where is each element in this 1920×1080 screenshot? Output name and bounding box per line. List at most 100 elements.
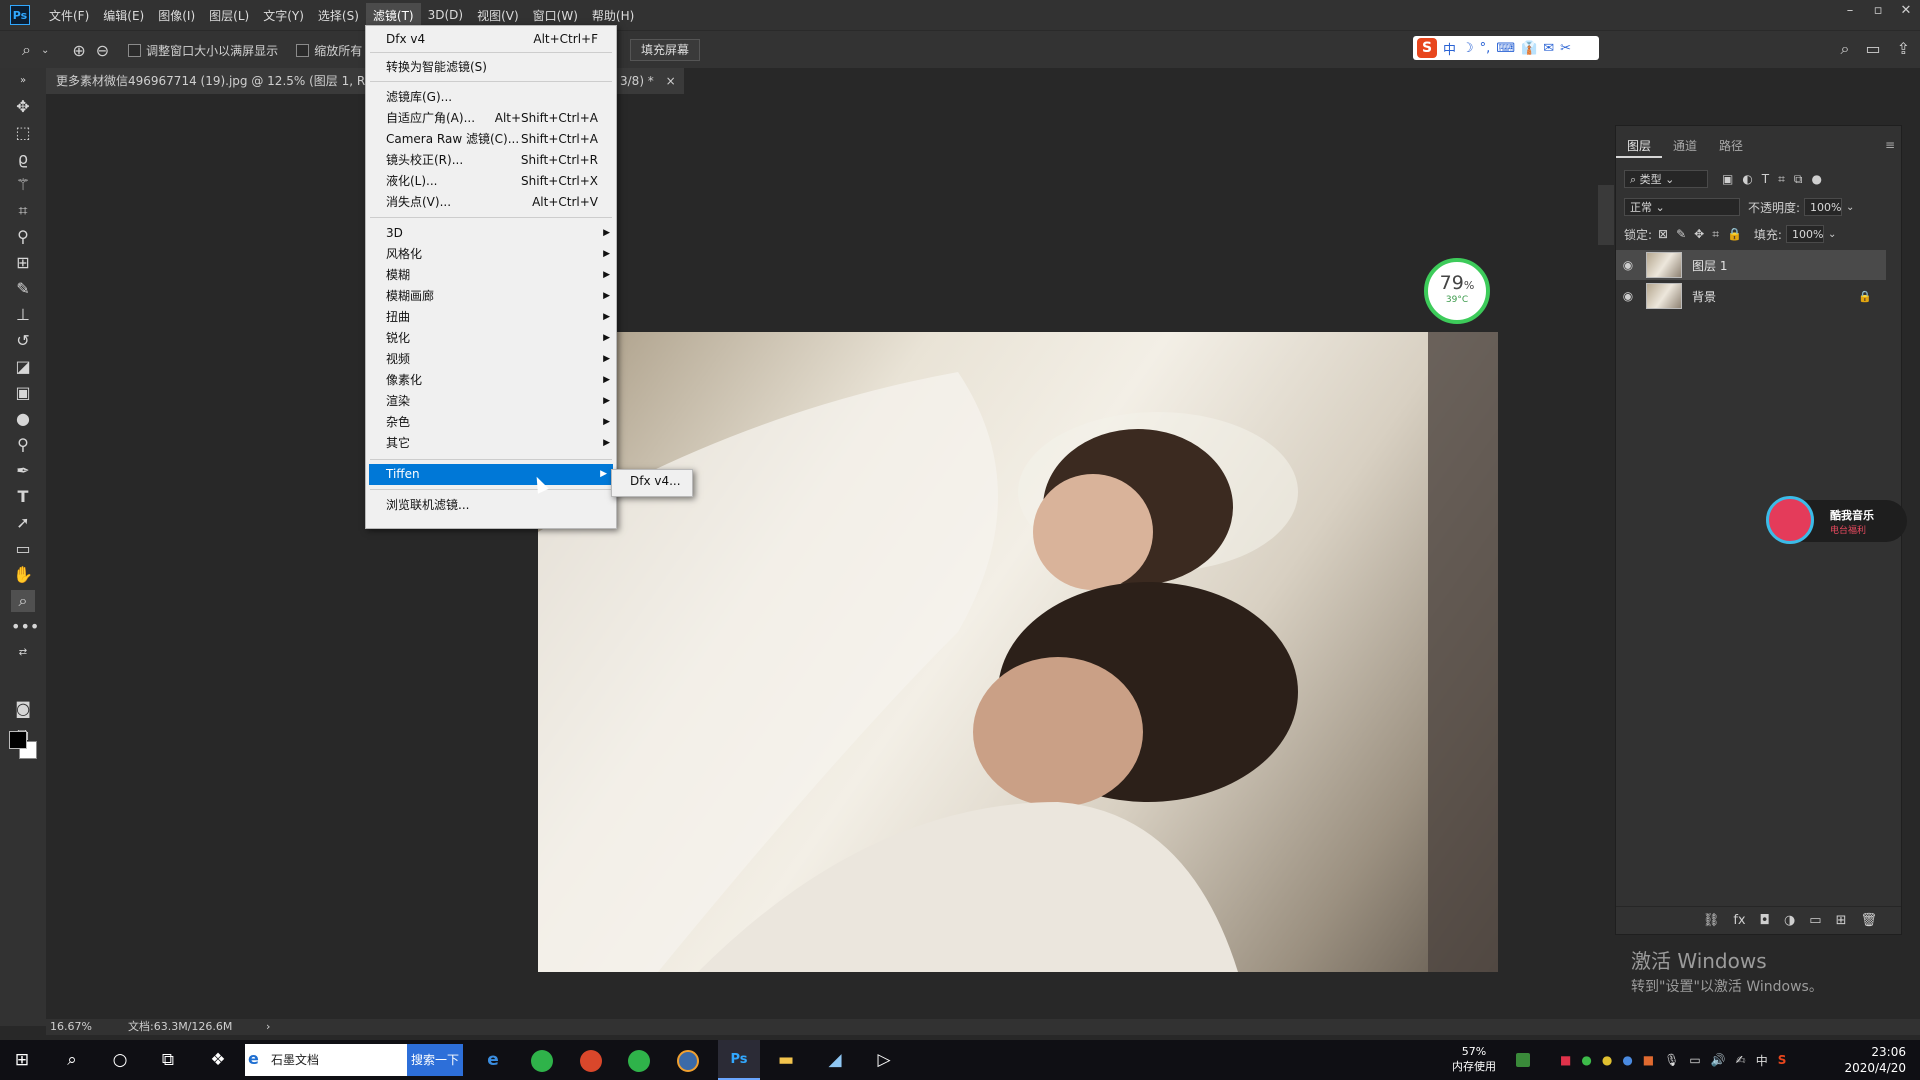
zoom-in-icon[interactable]: ⊕ xyxy=(72,41,85,60)
close-window-button[interactable]: ✕ xyxy=(1892,0,1920,24)
rectangle-tool-icon[interactable]: ▭ xyxy=(11,538,35,560)
path-selection-icon[interactable]: ➚ xyxy=(11,512,35,534)
close-document-icon[interactable]: × xyxy=(666,74,676,88)
pen-tool-icon[interactable]: ✒ xyxy=(11,460,35,482)
fill-screen-button[interactable]: 填充屏幕 xyxy=(630,39,701,61)
healing-brush-icon[interactable]: ⊞ xyxy=(11,252,35,274)
zoom-tool-icon[interactable]: ⌕ xyxy=(22,40,31,60)
wechat-icon[interactable] xyxy=(628,1050,650,1072)
menu-item-distort[interactable]: 扭曲 ▶ xyxy=(366,307,616,328)
menu-item-video[interactable]: 视频 ▶ xyxy=(366,349,616,370)
status-arrow-icon[interactable]: › xyxy=(266,1019,270,1035)
workspace-icon[interactable]: ▭ xyxy=(1865,39,1880,59)
menu-item-adaptive-wide-angle[interactable]: 自适应广角(A)... Alt+Shift+Ctrl+A xyxy=(366,108,616,129)
ime-keyboard-icon[interactable]: ⌨ xyxy=(1496,41,1515,56)
app-launcher-icon[interactable]: ❖ xyxy=(198,1040,238,1080)
photoshop-taskbar-icon[interactable]: Ps xyxy=(718,1040,760,1080)
lock-icons[interactable]: ⊠✎✥⌗🔒 xyxy=(1658,227,1750,242)
tray-orange-icon[interactable]: ■ xyxy=(1643,1053,1654,1067)
menu-item-dfx-v4[interactable]: Dfx v4 Alt+Ctrl+F xyxy=(366,29,616,50)
crop-tool-icon[interactable]: ⌗ xyxy=(11,200,35,222)
collapsed-panel-strip[interactable] xyxy=(1598,185,1614,245)
menu-help[interactable]: 帮助(H) xyxy=(585,3,641,28)
ime-tools-icon[interactable]: ✂ xyxy=(1560,41,1571,56)
menu-window[interactable]: 窗口(W) xyxy=(526,3,585,28)
eyedropper-icon[interactable]: ⚲ xyxy=(11,226,35,248)
menu-item-convert-smart-filter[interactable]: 转换为智能滤镜(S) xyxy=(366,57,616,78)
eraser-tool-icon[interactable]: ◪ xyxy=(11,356,35,378)
menu-item-blur[interactable]: 模糊 ▶ xyxy=(366,265,616,286)
tray-yellow-icon[interactable]: ● xyxy=(1602,1053,1612,1067)
ie-browser-icon[interactable]: e xyxy=(473,1040,513,1080)
document-photo[interactable] xyxy=(538,332,1498,972)
task-view-icon[interactable]: ⧉ xyxy=(148,1040,188,1080)
add-mask-icon[interactable]: ◘ xyxy=(1760,913,1770,928)
notes-app-icon[interactable]: ◢ xyxy=(815,1040,855,1080)
menu-edit[interactable]: 编辑(E) xyxy=(96,3,151,28)
menu-item-camera-raw[interactable]: Camera Raw 滤镜(C)... Shift+Ctrl+A xyxy=(366,129,616,150)
menu-layer[interactable]: 图层(L) xyxy=(202,3,256,28)
taskbar-clock[interactable]: 23:06 2020/4/20 xyxy=(1844,1044,1906,1076)
history-brush-icon[interactable]: ↺ xyxy=(11,330,35,352)
menu-select[interactable]: 选择(S) xyxy=(311,3,366,28)
menu-item-filter-gallery[interactable]: 滤镜库(G)... xyxy=(366,87,616,108)
stamp-tool-icon[interactable]: ⊥ xyxy=(11,304,35,326)
tab-channels[interactable]: 通道 xyxy=(1662,134,1708,158)
green-app-icon[interactable] xyxy=(531,1050,553,1072)
tray-sogou-icon[interactable]: S xyxy=(1778,1053,1787,1067)
sogou-ime-toolbar[interactable]: S 中 ☽ °, ⌨ 👔 ✉ ✂ xyxy=(1413,36,1599,60)
layer-row-layer1[interactable]: ◉ 图层 1 xyxy=(1616,250,1886,280)
menu-view[interactable]: 视图(V) xyxy=(470,3,526,28)
magic-wand-icon[interactable]: ⚚ xyxy=(11,174,35,196)
type-tool-icon[interactable]: T xyxy=(11,486,35,508)
memory-usage[interactable]: 57% 内存使用 xyxy=(1452,1044,1496,1074)
swap-colors-icon[interactable]: ⇄ xyxy=(11,642,35,664)
tool-preset-chevron-icon[interactable]: ⌄ xyxy=(41,45,49,56)
panel-collapse-icon[interactable]: » xyxy=(11,70,35,92)
tray-record-icon[interactable]: ■ xyxy=(1560,1053,1571,1067)
lasso-tool-icon[interactable]: ϱ xyxy=(11,148,35,170)
tab-paths[interactable]: 路径 xyxy=(1708,134,1754,158)
zoom-tool-icon-selected[interactable]: ⌕ xyxy=(11,590,35,612)
menu-file[interactable]: 文件(F) xyxy=(42,3,96,28)
tray-volume-icon[interactable]: 🔊 xyxy=(1711,1053,1726,1067)
tray-blue-icon[interactable]: ● xyxy=(1622,1053,1632,1067)
tab-layers[interactable]: 图层 xyxy=(1616,134,1663,158)
menu-item-liquify[interactable]: 液化(L)... Shift+Ctrl+X xyxy=(366,171,616,192)
ime-punct-icon[interactable]: °, xyxy=(1480,41,1491,56)
panel-menu-icon[interactable]: ≡ xyxy=(1885,138,1895,152)
music-app-icon[interactable] xyxy=(1766,496,1814,544)
tray-green-icon[interactable]: ● xyxy=(1581,1053,1591,1067)
zoom-level[interactable]: 16.67% xyxy=(50,1019,92,1035)
video-app-icon[interactable]: ▷ xyxy=(864,1040,904,1080)
tray-pen-icon[interactable]: ✍ xyxy=(1736,1053,1746,1067)
new-group-icon[interactable]: ▭ xyxy=(1809,913,1821,928)
minimize-button[interactable]: – xyxy=(1836,0,1864,24)
taskbar-search-box[interactable]: e 石墨文档 xyxy=(245,1044,407,1076)
tray-network-icon[interactable]: ▭ xyxy=(1689,1053,1700,1067)
zoom-out-icon[interactable]: ⊖ xyxy=(96,41,109,60)
ime-chinese-icon[interactable]: 中 xyxy=(1443,39,1456,58)
adjustment-layer-icon[interactable]: ◑ xyxy=(1784,913,1795,928)
layer-row-background[interactable]: ◉ 背景 🔒 xyxy=(1616,281,1886,311)
search-icon[interactable]: ⌕ xyxy=(1841,39,1850,59)
cortana-icon[interactable]: ○ xyxy=(100,1040,140,1080)
quick-mask-icon[interactable]: ◙ xyxy=(11,698,35,720)
layer-filter-kind-select[interactable]: ⌕ 类型 ⌄ xyxy=(1624,170,1708,188)
menu-item-stylize[interactable]: 风格化 ▶ xyxy=(366,244,616,265)
gradient-tool-icon[interactable]: ▣ xyxy=(11,382,35,404)
share-icon[interactable]: ⇪ xyxy=(1897,39,1910,59)
search-taskbar-icon[interactable]: ⌕ xyxy=(52,1040,92,1080)
new-layer-icon[interactable]: ⊞ xyxy=(1836,913,1847,928)
document-tab-tail[interactable]: 3/8) * × xyxy=(616,68,684,94)
submenu-item-dfx-v4[interactable]: Dfx v4... xyxy=(630,474,681,488)
layer-filter-icons[interactable]: ▣◐T⌗⧉● xyxy=(1722,172,1831,187)
opacity-input[interactable]: 100% xyxy=(1804,198,1843,216)
menu-item-lens-correction[interactable]: 镜头校正(R)... Shift+Ctrl+R xyxy=(366,150,616,171)
tray-mic-icon[interactable]: 🎙 xyxy=(1664,1053,1679,1067)
start-button-icon[interactable]: ⊞ xyxy=(2,1040,42,1080)
blur-tool-icon[interactable]: ● xyxy=(11,408,35,430)
sogou-logo[interactable]: S xyxy=(1417,38,1437,58)
menu-item-tiffen[interactable]: Tiffen ▶ xyxy=(369,464,613,485)
canvas-area[interactable]: 79% 39°C xyxy=(46,94,1614,1019)
